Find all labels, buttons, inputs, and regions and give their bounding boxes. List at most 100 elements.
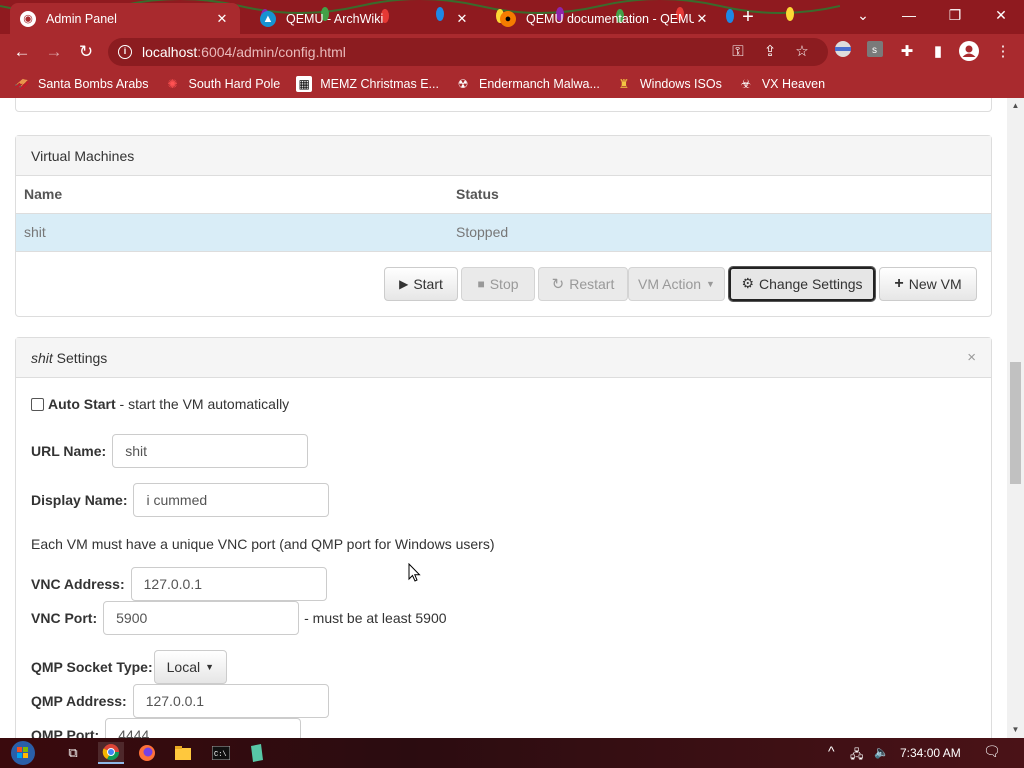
vnc-port-input[interactable]: 5900 [103,601,300,635]
notepad-icon[interactable] [244,742,270,764]
close-tab-icon[interactable]: ✕ [454,11,470,27]
restart-button[interactable]: ↻ Restart [538,266,628,301]
change-settings-button[interactable]: ⚙ Change Settings [728,265,876,302]
command-prompt-icon[interactable]: C:\ [208,742,234,764]
firefox-icon[interactable] [134,742,160,764]
network-icon[interactable]: 🖧 [850,745,863,766]
qmp-socket-type-dropdown[interactable]: Local ▼ [153,650,228,684]
column-header-status[interactable]: Status [448,176,991,214]
svg-text:C:\: C:\ [214,751,227,759]
file-explorer-icon[interactable] [170,742,196,764]
address-bar[interactable]: i localhost:6004/admin/config.html [108,38,828,66]
column-header-name[interactable]: Name [16,176,448,214]
bookmark-santa-bombs-arabs[interactable]: 🛷 Santa Bombs Arabs [14,76,149,92]
bookmark-endermanch-malware[interactable]: ☢ Endermanch Malwa... [455,76,600,92]
settings-form: Auto Start - start the VM automatically … [16,378,991,738]
restore-icon[interactable]: ❐ [932,0,978,30]
bookmark-vx-heaven[interactable]: ☣ VX Heaven [738,76,825,92]
bookmark-south-hard-pole[interactable]: ✺ South Hard Pole [164,76,280,92]
vnc-note-row: Each VM must have a unique VNC port (and… [31,536,495,552]
task-view-icon[interactable]: ⧉ [60,742,86,764]
previous-panel-edge [15,98,992,112]
qmp-socket-type-value: Local [166,659,201,675]
minimize-icon[interactable]: — [886,0,932,30]
site-info-icon[interactable]: i [118,45,132,59]
bookmark-star-icon[interactable]: ☆ [791,41,813,63]
tab-search-chevron-icon[interactable]: ⌄ [840,0,886,30]
url-name-input[interactable]: shit [112,434,309,468]
vm-action-dropdown[interactable]: VM Action ▼ [628,266,725,301]
tab-admin-panel[interactable]: ◉ Admin Panel ✕ [10,3,240,34]
new-vm-label: New VM [908,275,962,292]
browser-tab-bar: ◉ Admin Panel ✕ ▲ QEMU - ArchWiki ✕ ● QE… [0,0,1024,34]
windows-isos-icon: ♜ [618,77,630,91]
vnc-address-label: VNC Address: [31,576,125,592]
stop-button[interactable]: ■ Stop [461,266,535,301]
stop-icon: ■ [477,276,485,291]
bookmark-label: VX Heaven [761,77,826,91]
back-arrow-icon[interactable]: ← [10,40,34,64]
mouse-cursor-icon [408,563,421,582]
vm-settings-panel: shit Settings × Auto Start - start the V… [15,337,992,738]
chrome-menu-icon[interactable]: ⋮ [992,41,1014,63]
vx-heaven-icon: ☣ [740,77,752,91]
start-button[interactable] [6,738,40,768]
vm-table-header: Name Status [16,176,991,214]
new-vm-button[interactable]: + New VM [879,266,977,301]
close-window-icon[interactable]: ✕ [978,0,1024,30]
tray-chevron-up-icon[interactable]: ^ [828,743,835,759]
notifications-icon[interactable]: 🗨 [983,743,1001,760]
bookmarks-bar: 🛷 Santa Bombs Arabs ✺ South Hard Pole ▦ … [0,70,1024,98]
close-settings-icon[interactable]: × [967,349,976,366]
chrome-icon[interactable] [98,742,124,764]
tab-qemu-archwiki[interactable]: ▲ QEMU - ArchWiki ✕ [250,3,480,34]
qemu-favicon-icon: ● [500,10,516,27]
key-icon[interactable]: ⚿ [727,41,749,63]
table-row[interactable]: shit Stopped [16,213,991,252]
profile-avatar-icon[interactable] [958,41,980,63]
vm-name-cell[interactable]: shit [16,213,448,252]
new-tab-button[interactable]: + [738,6,758,28]
side-panel-icon[interactable]: ▮ [927,41,949,63]
scroll-down-arrow-icon[interactable]: ▼ [1007,722,1024,738]
scroll-up-arrow-icon[interactable]: ▲ [1007,98,1024,114]
bookmark-label: Santa Bombs Arabs [38,77,149,91]
extension-s-icon[interactable]: s [864,41,886,63]
display-name-row: Display Name: i cummed [31,483,330,517]
auto-start-checkbox[interactable] [31,397,44,411]
bookmark-windows-isos[interactable]: ♜ Windows ISOs [616,76,722,92]
close-tab-icon[interactable]: ✕ [214,11,230,27]
extension-flag-icon[interactable] [832,41,854,63]
snowflake-icon: ✺ [167,77,178,91]
virtual-machines-panel: Virtual Machines Name Status shit Stoppe… [15,135,992,317]
share-icon[interactable]: ⇪ [759,41,781,63]
plus-icon: + [894,274,904,292]
bookmark-label: MEMZ Christmas E... [320,77,439,91]
forward-arrow-icon[interactable]: → [42,40,66,64]
qmp-port-input[interactable]: 4444 [105,718,302,738]
refresh-icon: ↻ [551,275,565,293]
bookmark-memz-christmas[interactable]: ▦ MEMZ Christmas E... [296,76,439,92]
extensions-puzzle-icon[interactable]: ✚ [896,41,918,63]
vnc-port-label: VNC Port: [31,610,98,626]
scrollbar-thumb[interactable] [1010,362,1021,484]
play-icon: ▶ [399,276,409,291]
page-scrollbar[interactable]: ▲ ▼ [1007,98,1024,738]
endermanch-icon: ☢ [457,77,469,91]
auto-start-label: Auto Start [48,396,116,412]
start-button[interactable]: ▶ Start [384,266,458,301]
qmp-port-label: QMP Port: [31,727,100,738]
display-name-input[interactable]: i cummed [133,483,330,517]
close-tab-icon[interactable]: ✕ [694,11,710,27]
chrome-favicon-icon: ◉ [20,10,36,27]
vnc-address-input[interactable]: 127.0.0.1 [130,567,327,601]
tab-qemu-documentation[interactable]: ● QEMU documentation - QEMU ✕ [490,3,720,34]
qmp-address-input[interactable]: 127.0.0.1 [132,684,329,718]
memz-icon: ▦ [296,76,313,92]
taskbar-clock[interactable]: 7:34:00 AM [900,746,961,760]
vnc-address-row: VNC Address: 127.0.0.1 [31,567,327,601]
bookmark-label: Windows ISOs [639,77,722,91]
vm-status-cell[interactable]: Stopped [448,213,991,252]
reload-icon[interactable]: ↻ [74,40,98,64]
volume-icon[interactable]: 🔈 [874,745,889,759]
